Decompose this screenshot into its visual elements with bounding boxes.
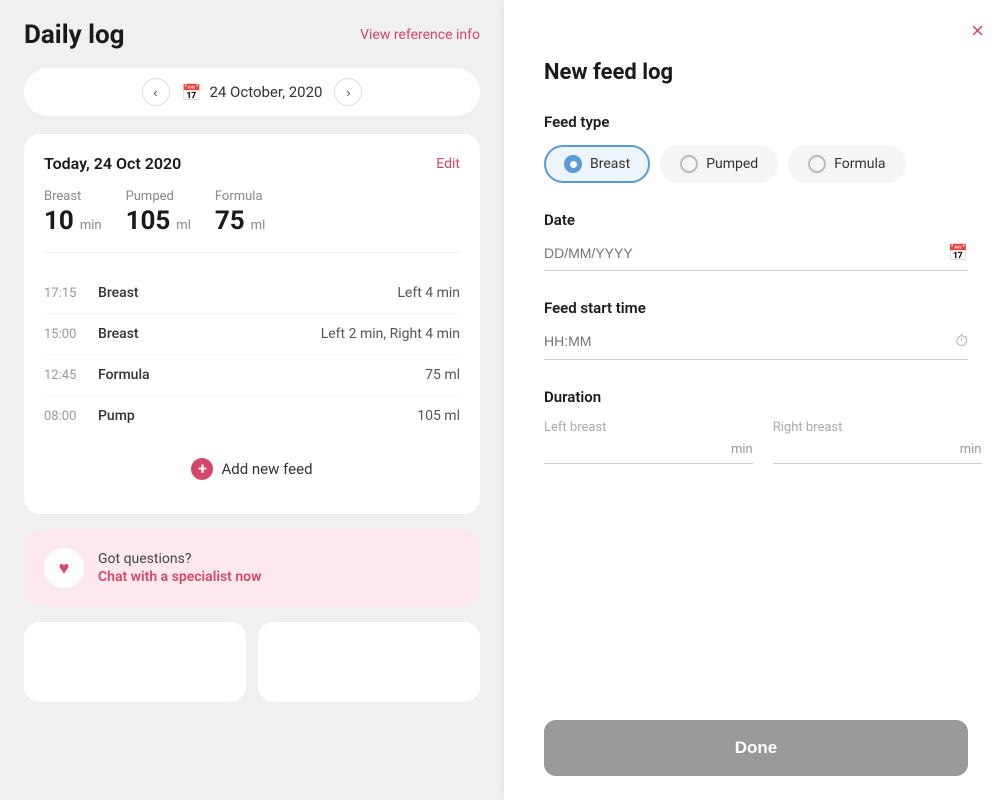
feed-time: 17:15 bbox=[44, 286, 86, 301]
prev-date-button[interactable]: ‹ bbox=[142, 78, 170, 106]
summary-row: Breast 10 min Pumped 105 ml Formula 75 m… bbox=[44, 189, 460, 253]
form-title: New feed log bbox=[544, 60, 968, 85]
right-panel: × New feed log Feed type Breast Pumped F… bbox=[504, 0, 1008, 800]
calendar-icon: 📅 bbox=[182, 83, 202, 102]
pumped-radio-label: Pumped bbox=[706, 156, 758, 172]
pumped-summary: Pumped 105 ml bbox=[126, 189, 191, 236]
formula-label: Formula bbox=[215, 189, 265, 204]
right-breast-label: Right breast bbox=[773, 420, 982, 435]
feed-item: 17:15 Breast Left 4 min bbox=[44, 273, 460, 314]
left-breast-field: Left breast min bbox=[544, 420, 753, 464]
formula-unit: ml bbox=[251, 218, 266, 233]
chat-card: ♥ Got questions? Chat with a specialist … bbox=[24, 530, 480, 606]
feed-type: Pump bbox=[98, 408, 178, 424]
plus-icon: + bbox=[191, 458, 213, 480]
card-date: Today, 24 Oct 2020 bbox=[44, 154, 181, 173]
time-input[interactable] bbox=[544, 333, 956, 349]
close-button[interactable]: × bbox=[971, 20, 984, 42]
pumped-unit: ml bbox=[176, 218, 191, 233]
feed-detail: 105 ml bbox=[190, 408, 460, 424]
pumped-radio-option[interactable]: Pumped bbox=[660, 145, 778, 183]
feed-item: 15:00 Breast Left 2 min, Right 4 min bbox=[44, 314, 460, 355]
left-breast-label: Left breast bbox=[544, 420, 753, 435]
edit-button[interactable]: Edit bbox=[436, 156, 460, 172]
header: Daily log View reference info bbox=[24, 20, 480, 50]
formula-radio-dot bbox=[808, 155, 826, 173]
date-navigator: ‹ 📅 24 October, 2020 › bbox=[24, 68, 480, 116]
time-section: Feed start time ⏱ bbox=[544, 299, 968, 360]
breast-radio-dot bbox=[564, 155, 582, 173]
right-breast-unit: min bbox=[960, 442, 982, 457]
heart-icon: ♥ bbox=[44, 548, 84, 588]
chat-question: Got questions? bbox=[98, 551, 261, 567]
right-breast-input[interactable] bbox=[773, 441, 954, 457]
feed-type-radio-group: Breast Pumped Formula bbox=[544, 145, 968, 183]
feed-time: 15:00 bbox=[44, 327, 86, 342]
feed-list: 17:15 Breast Left 4 min 15:00 Breast Lef… bbox=[44, 273, 460, 436]
feed-detail: 75 ml bbox=[190, 367, 460, 383]
breast-label: Breast bbox=[44, 189, 102, 204]
view-reference-link[interactable]: View reference info bbox=[360, 27, 480, 43]
breast-value: 10 bbox=[44, 206, 74, 236]
next-date-button[interactable]: › bbox=[334, 78, 362, 106]
time-input-row: ⏱ bbox=[544, 331, 968, 360]
pumped-radio-dot bbox=[680, 155, 698, 173]
breast-unit: min bbox=[80, 218, 102, 233]
left-breast-input[interactable] bbox=[544, 441, 725, 457]
right-breast-field: Right breast min bbox=[773, 420, 982, 464]
feed-detail: Left 2 min, Right 4 min bbox=[190, 326, 460, 342]
feed-time: 08:00 bbox=[44, 409, 86, 424]
feed-type: Formula bbox=[98, 367, 178, 383]
date-label: Date bbox=[544, 211, 968, 229]
pumped-value: 105 bbox=[126, 206, 171, 236]
done-button[interactable]: Done bbox=[544, 720, 968, 776]
date-input-row: 📅 bbox=[544, 243, 968, 271]
breast-radio-label: Breast bbox=[590, 156, 630, 172]
formula-radio-option[interactable]: Formula bbox=[788, 145, 905, 183]
feed-time: 12:45 bbox=[44, 368, 86, 383]
pumped-label: Pumped bbox=[126, 189, 191, 204]
duration-row: Left breast min Right breast min bbox=[544, 420, 968, 464]
add-feed-label: Add new feed bbox=[221, 460, 312, 478]
date-input[interactable] bbox=[544, 245, 948, 261]
feed-item: 08:00 Pump 105 ml bbox=[44, 396, 460, 436]
bottom-cards bbox=[24, 622, 480, 702]
add-feed-button[interactable]: + Add new feed bbox=[44, 444, 460, 494]
breast-radio-option[interactable]: Breast bbox=[544, 145, 650, 183]
formula-radio-label: Formula bbox=[834, 156, 885, 172]
feed-detail: Left 4 min bbox=[190, 285, 460, 301]
feed-type: Breast bbox=[98, 326, 178, 342]
daily-card: Today, 24 Oct 2020 Edit Breast 10 min Pu… bbox=[24, 134, 480, 514]
time-label: Feed start time bbox=[544, 299, 968, 317]
feed-type-label: Feed type bbox=[544, 113, 968, 131]
duration-label: Duration bbox=[544, 388, 968, 406]
page-title: Daily log bbox=[24, 20, 125, 50]
feed-item: 12:45 Formula 75 ml bbox=[44, 355, 460, 396]
left-breast-unit: min bbox=[731, 442, 753, 457]
calendar-icon: 📅 bbox=[948, 243, 968, 262]
feed-type: Breast bbox=[98, 285, 178, 301]
chat-specialist-link[interactable]: Chat with a specialist now bbox=[98, 569, 261, 585]
bottom-card-left bbox=[24, 622, 246, 702]
bottom-card-right bbox=[258, 622, 480, 702]
feed-type-section: Feed type Breast Pumped Formula bbox=[544, 113, 968, 183]
current-date: 24 October, 2020 bbox=[209, 83, 322, 101]
formula-summary: Formula 75 ml bbox=[215, 189, 265, 236]
breast-summary: Breast 10 min bbox=[44, 189, 102, 236]
date-section: Date 📅 bbox=[544, 211, 968, 271]
duration-section: Duration Left breast min Right breast mi… bbox=[544, 388, 968, 464]
formula-value: 75 bbox=[215, 206, 245, 236]
clock-icon: ⏱ bbox=[956, 331, 968, 351]
left-panel: Daily log View reference info ‹ 📅 24 Oct… bbox=[0, 0, 504, 800]
